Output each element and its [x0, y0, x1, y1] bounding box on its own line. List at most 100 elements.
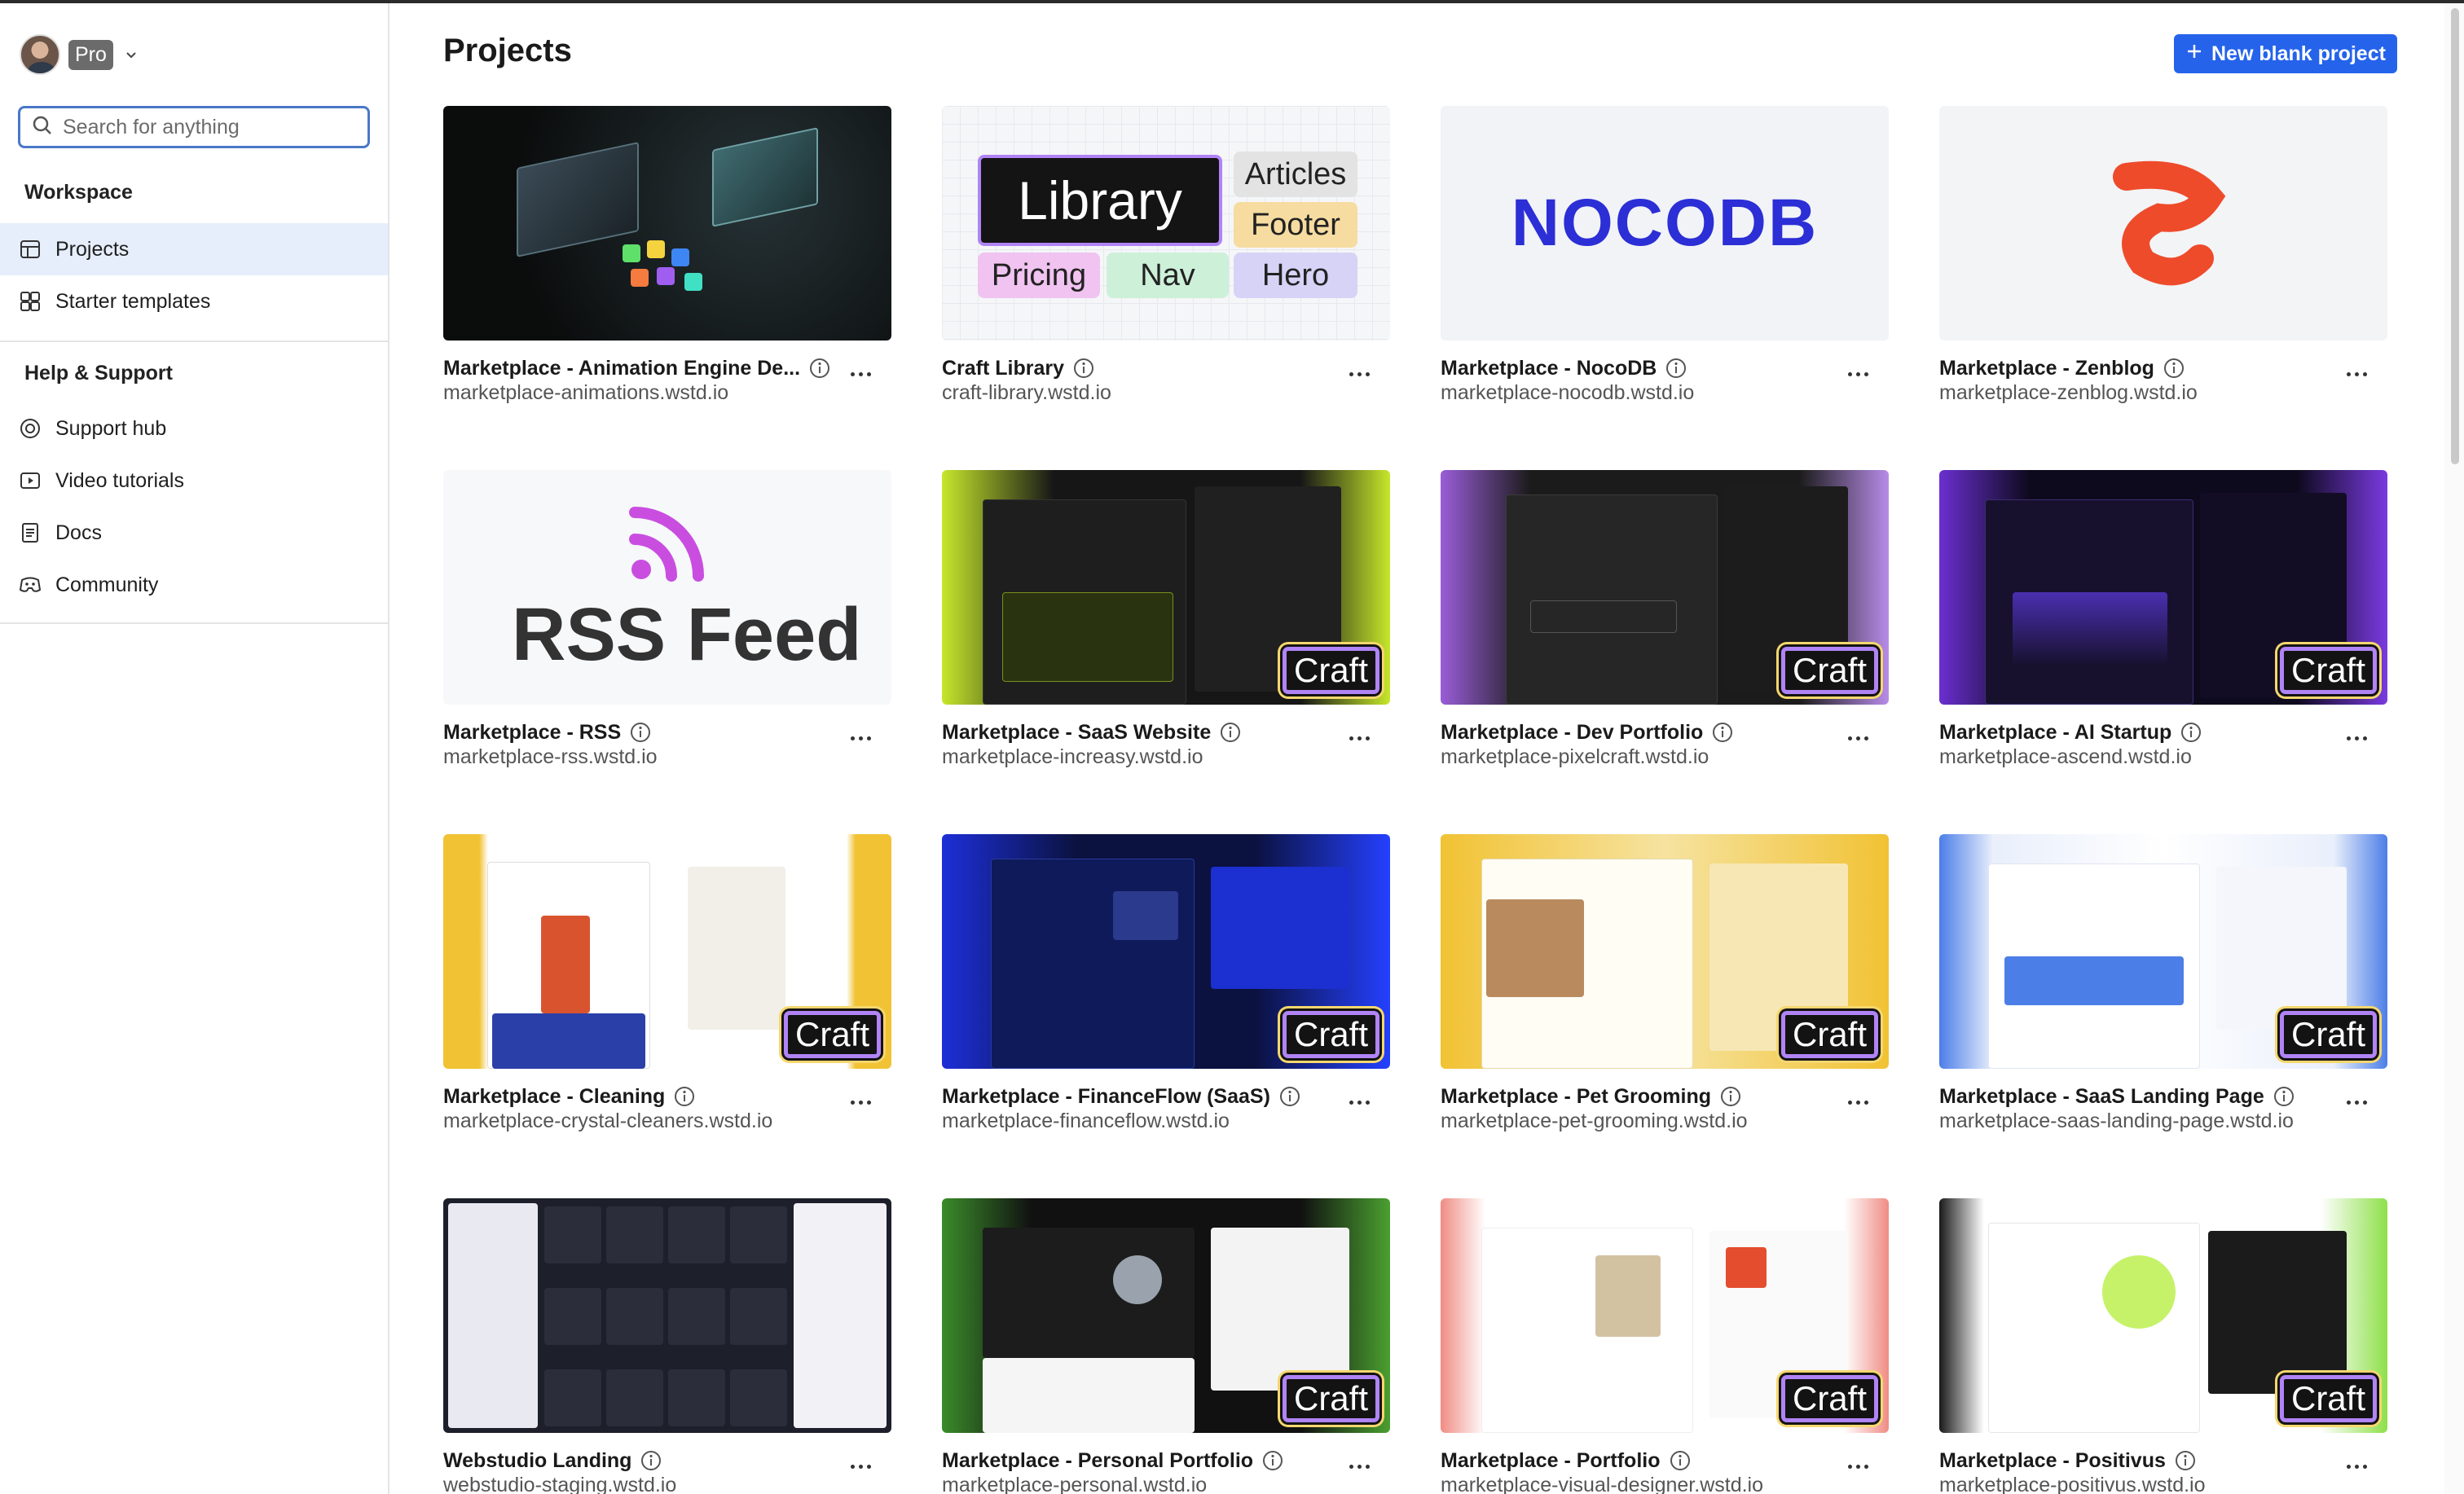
info-icon[interactable] [640, 1449, 662, 1472]
info-icon[interactable] [1719, 1085, 1742, 1108]
sidebar-item-video-tutorials[interactable]: Video tutorials [0, 455, 388, 507]
project-thumbnail[interactable]: Craft [942, 1198, 1390, 1433]
project-thumbnail[interactable] [443, 106, 891, 341]
project-thumbnail[interactable] [443, 1198, 891, 1433]
profile-menu[interactable]: Pro [20, 34, 141, 75]
project-domain: marketplace-ascend.wstd.io [1939, 745, 2192, 768]
sidebar-divider [0, 341, 388, 342]
project-thumbnail[interactable]: Craft [443, 834, 891, 1069]
project-thumbnail[interactable]: Craft [1441, 470, 1889, 705]
project-thumbnail[interactable]: Craft [1939, 1198, 2387, 1433]
info-icon[interactable] [1669, 1449, 1692, 1472]
project-thumbnail[interactable]: Craft [942, 834, 1390, 1069]
sidebar-item-label: Projects [55, 237, 130, 261]
more-options-button[interactable] [1343, 362, 1375, 386]
docs-icon [18, 521, 42, 545]
project-title[interactable]: Marketplace - Personal Portfolio [942, 1449, 1253, 1473]
search-icon [32, 115, 53, 140]
info-icon[interactable] [2180, 721, 2202, 744]
info-icon[interactable] [1711, 721, 1734, 744]
library-chip: Library [978, 155, 1222, 246]
sidebar-item-projects[interactable]: Projects [0, 223, 388, 275]
project-title[interactable]: Marketplace - Pet Grooming [1441, 1085, 1711, 1109]
more-options-button[interactable] [844, 726, 877, 750]
project-thumbnail[interactable] [1939, 106, 2387, 341]
project-title[interactable]: Marketplace - RSS [443, 721, 621, 745]
sidebar-item-community[interactable]: Community [0, 559, 388, 611]
more-options-button[interactable] [1841, 1454, 1874, 1479]
project-title[interactable]: Webstudio Landing [443, 1449, 631, 1473]
info-icon[interactable] [1072, 357, 1095, 380]
project-card: Craft Marketplace - Dev Portfolio market… [1441, 470, 1889, 768]
sidebar-item-support-hub[interactable]: Support hub [0, 402, 388, 455]
more-options-button[interactable] [1343, 1090, 1375, 1114]
project-thumbnail[interactable]: Craft [942, 470, 1390, 705]
more-options-button[interactable] [1841, 362, 1874, 386]
search-field[interactable] [18, 106, 370, 148]
sidebar: Pro Workspace Projects Starter templates… [0, 3, 389, 1494]
more-options-button[interactable] [2340, 726, 2373, 750]
info-icon[interactable] [2174, 1449, 2197, 1472]
more-options-button[interactable] [1841, 726, 1874, 750]
info-icon[interactable] [629, 721, 652, 744]
project-title[interactable]: Marketplace - SaaS Landing Page [1939, 1085, 2264, 1109]
project-card: Craft Marketplace - Personal Portfolio m… [942, 1198, 1390, 1494]
more-options-button[interactable] [844, 1454, 877, 1479]
more-options-button[interactable] [2340, 1454, 2373, 1479]
more-options-button[interactable] [1841, 1090, 1874, 1114]
project-card: Craft Marketplace - Cleaning marketplace… [443, 834, 891, 1132]
project-thumbnail[interactable]: Craft [1939, 470, 2387, 705]
project-title[interactable]: Craft Library [942, 357, 1064, 380]
new-blank-project-button[interactable]: New blank project [2174, 34, 2397, 73]
info-icon[interactable] [1261, 1449, 1284, 1472]
info-icon[interactable] [1219, 721, 1242, 744]
workspace-heading: Workspace [24, 181, 133, 204]
more-options-button[interactable] [844, 362, 877, 386]
project-title[interactable]: Marketplace - Zenblog [1939, 357, 2154, 380]
sidebar-item-starter-templates[interactable]: Starter templates [0, 275, 388, 327]
sidebar-item-label: Video tutorials [55, 468, 184, 492]
info-icon[interactable] [808, 357, 831, 380]
project-card: Craft Marketplace - SaaS Landing Page ma… [1939, 834, 2387, 1132]
project-title[interactable]: Marketplace - Portfolio [1441, 1449, 1661, 1473]
project-card: Webstudio Landing webstudio-staging.wstd… [443, 1198, 891, 1494]
more-options-button[interactable] [1343, 1454, 1375, 1479]
search-input[interactable] [63, 115, 356, 139]
project-title[interactable]: Marketplace - Positivus [1939, 1449, 2166, 1473]
project-title[interactable]: Marketplace - SaaS Website [942, 721, 1211, 745]
project-card: Marketplace - Zenblog marketplace-zenblo… [1939, 106, 2387, 404]
sidebar-item-label: Starter templates [55, 289, 211, 313]
project-domain: marketplace-pixelcraft.wstd.io [1441, 745, 1709, 768]
project-card: Craft Marketplace - Pet Grooming marketp… [1441, 834, 1889, 1132]
project-title[interactable]: Marketplace - Animation Engine De... [443, 357, 800, 380]
hero-chip: Hero [1234, 253, 1357, 298]
more-options-button[interactable] [1343, 726, 1375, 750]
scrollbar-thumb[interactable] [2451, 8, 2459, 464]
more-options-button[interactable] [2340, 1090, 2373, 1114]
project-thumbnail[interactable]: Craft [1441, 1198, 1889, 1433]
project-thumbnail[interactable]: NOCODB [1441, 106, 1889, 341]
project-title[interactable]: Marketplace - AI Startup [1939, 721, 2171, 745]
info-icon[interactable] [2163, 357, 2185, 380]
project-thumbnail[interactable]: Craft [1939, 834, 2387, 1069]
info-icon[interactable] [1665, 357, 1687, 380]
sidebar-item-label: Support hub [55, 416, 167, 440]
info-icon[interactable] [2273, 1085, 2295, 1108]
project-domain: marketplace-pet-grooming.wstd.io [1441, 1110, 1748, 1132]
more-options-button[interactable] [844, 1090, 877, 1114]
info-icon[interactable] [673, 1085, 696, 1108]
page-title: Projects [443, 33, 572, 68]
project-domain: craft-library.wstd.io [942, 381, 1111, 404]
project-title[interactable]: Marketplace - NocoDB [1441, 357, 1657, 380]
project-thumbnail[interactable]: RSS Feed [443, 470, 891, 705]
project-title[interactable]: Marketplace - Dev Portfolio [1441, 721, 1703, 745]
project-thumbnail[interactable]: Library Articles Footer Pricing Nav Hero [942, 106, 1390, 341]
project-title[interactable]: Marketplace - FinanceFlow (SaaS) [942, 1085, 1270, 1109]
project-thumbnail[interactable]: Craft [1441, 834, 1889, 1069]
info-icon[interactable] [1278, 1085, 1301, 1108]
project-title[interactable]: Marketplace - Cleaning [443, 1085, 665, 1109]
more-options-button[interactable] [2340, 362, 2373, 386]
sidebar-item-docs[interactable]: Docs [0, 507, 388, 559]
project-card: Craft Marketplace - SaaS Website marketp… [942, 470, 1390, 768]
templates-icon [18, 289, 42, 314]
